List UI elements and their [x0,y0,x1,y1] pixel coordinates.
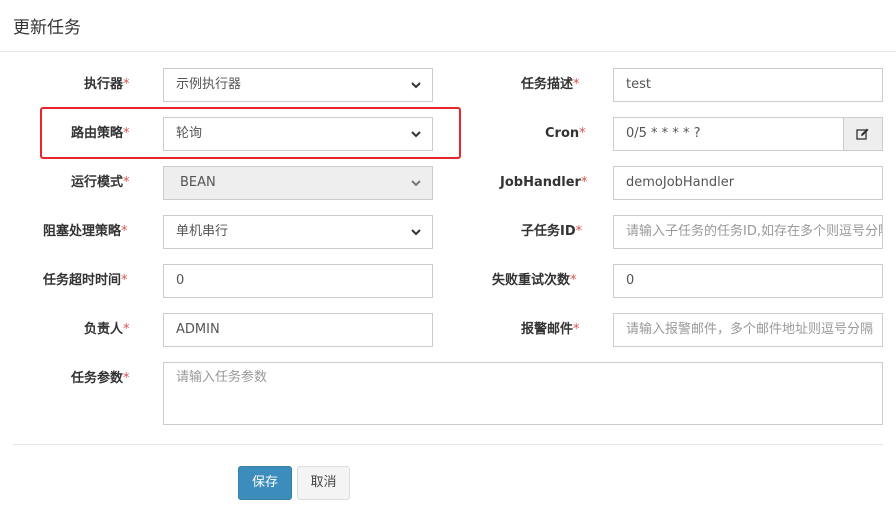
timeout-input[interactable]: 0 [163,264,433,298]
params-label: 任务参数* [71,371,130,386]
dialog-title: 更新任务 [13,18,81,38]
highlight-box [40,107,461,159]
fail-retry-label: 失败重试次数* [492,273,577,288]
executor-select[interactable]: 示例执行器 [163,68,433,102]
dialog-header: 更新任务 [0,0,896,52]
cancel-button[interactable]: 取消 [297,466,350,500]
cron-edit-button[interactable] [843,117,883,151]
form-divider [13,444,883,445]
block-strategy-select[interactable]: 单机串行 [163,215,433,249]
description-label: 任务描述* [521,77,580,92]
cron-label: Cron* [545,126,586,141]
author-label: 负责人* [84,322,130,337]
block-strategy-value: 单机串行 [176,224,229,239]
timeout-label: 任务超时时间* [43,273,128,288]
job-handler-label: JobHandler* [500,175,588,190]
author-input[interactable]: ADMIN [163,313,433,347]
block-strategy-label: 阻塞处理策略* [43,224,128,239]
job-handler-input[interactable]: demoJobHandler [613,166,883,200]
chevron-down-icon [411,229,421,236]
edit-icon [856,128,869,140]
fail-retry-input[interactable]: 0 [613,264,883,298]
run-mode-value: BEAN [180,175,216,190]
description-input[interactable]: test [613,68,883,102]
cron-input[interactable]: 0/5 * * * * ? [613,117,844,151]
params-textarea[interactable]: 请输入任务参数 [163,362,883,425]
executor-label: 执行器* [84,77,130,92]
alarm-email-input[interactable]: 请输入报警邮件，多个邮件地址则逗号分隔 [613,313,883,347]
executor-value: 示例执行器 [176,77,242,92]
alarm-email-label: 报警邮件* [521,322,580,337]
child-job-id-input[interactable]: 请输入子任务的任务ID,如存在多个则逗号分隔 [613,215,883,249]
chevron-down-icon [411,82,421,89]
save-button[interactable]: 保存 [238,466,292,500]
run-mode-label: 运行模式* [71,175,130,190]
child-job-id-label: 子任务ID* [521,224,583,239]
chevron-down-icon [411,180,421,187]
run-mode-select: BEAN [163,166,433,200]
